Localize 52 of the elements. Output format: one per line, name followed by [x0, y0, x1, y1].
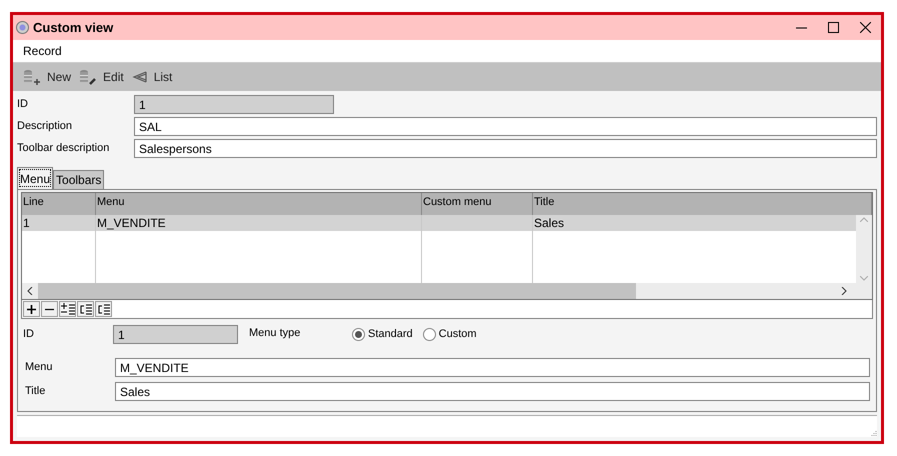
scroll-down-icon [860, 276, 868, 281]
field-label: ID [17, 97, 29, 112]
row-button[interactable] [59, 301, 76, 317]
toolbar-button[interactable]: New [23, 68, 72, 86]
row-button[interactable] [41, 301, 58, 317]
vertical-scrollbar[interactable] [856, 215, 872, 283]
radio-button[interactable] [422, 328, 436, 341]
menu-item[interactable]: Record [23, 42, 62, 60]
table-cell: M_VENDITE [96, 215, 422, 231]
field-label: Title [24, 384, 46, 400]
insert-row-icon [60, 302, 74, 316]
database-add-icon [23, 69, 41, 85]
toolbar-button[interactable]: Edit [79, 68, 124, 86]
minimize-icon [796, 26, 806, 28]
field-label: Menu type [249, 326, 302, 342]
scrollbar-thumb[interactable] [38, 283, 636, 299]
radio-option[interactable]: Custom [422, 326, 477, 343]
radio-button[interactable] [352, 328, 365, 341]
text-field[interactable]: M_VENDITE [115, 358, 870, 377]
resize-grip-icon [870, 430, 877, 437]
scroll-up-icon [860, 217, 868, 222]
table-cell-text: Sales [533, 215, 566, 231]
field-label: ID [22, 327, 35, 342]
horizontal-scrollbar[interactable] [22, 283, 872, 299]
scroll-left-icon [27, 287, 33, 295]
row-button[interactable] [95, 301, 112, 317]
text-field[interactable]: SAL [134, 117, 877, 136]
field-label: Menu [24, 360, 54, 376]
table-row[interactable]: 1 M_VENDITE Sales [22, 215, 856, 231]
plus-icon [27, 304, 36, 314]
field-label: Description [17, 119, 74, 134]
toolbar-button[interactable]: List [132, 68, 172, 86]
radio-option[interactable]: Standard [352, 326, 413, 343]
database-edit-icon [79, 69, 98, 85]
table-cell: 1 [22, 215, 96, 231]
text-field[interactable]: 1 [134, 95, 334, 114]
field-label: Toolbar description [17, 141, 110, 156]
close-icon [860, 22, 870, 33]
window-title: Custom view [33, 18, 114, 37]
row-button[interactable] [77, 301, 94, 317]
back-arrow-icon [132, 71, 148, 83]
tab[interactable]: Toolbars [53, 170, 104, 189]
tab[interactable]: Menu [17, 167, 54, 189]
row-button[interactable] [23, 301, 40, 317]
app-icon [16, 21, 29, 34]
text-field[interactable]: Salespersons [134, 139, 877, 158]
text-field[interactable]: 1 [113, 325, 238, 344]
radio-label: Custom [438, 327, 477, 342]
radio-label: Standard [368, 327, 413, 342]
scroll-right-icon [841, 287, 847, 295]
text-field[interactable]: Sales [115, 382, 870, 401]
maximize-icon [828, 22, 838, 33]
